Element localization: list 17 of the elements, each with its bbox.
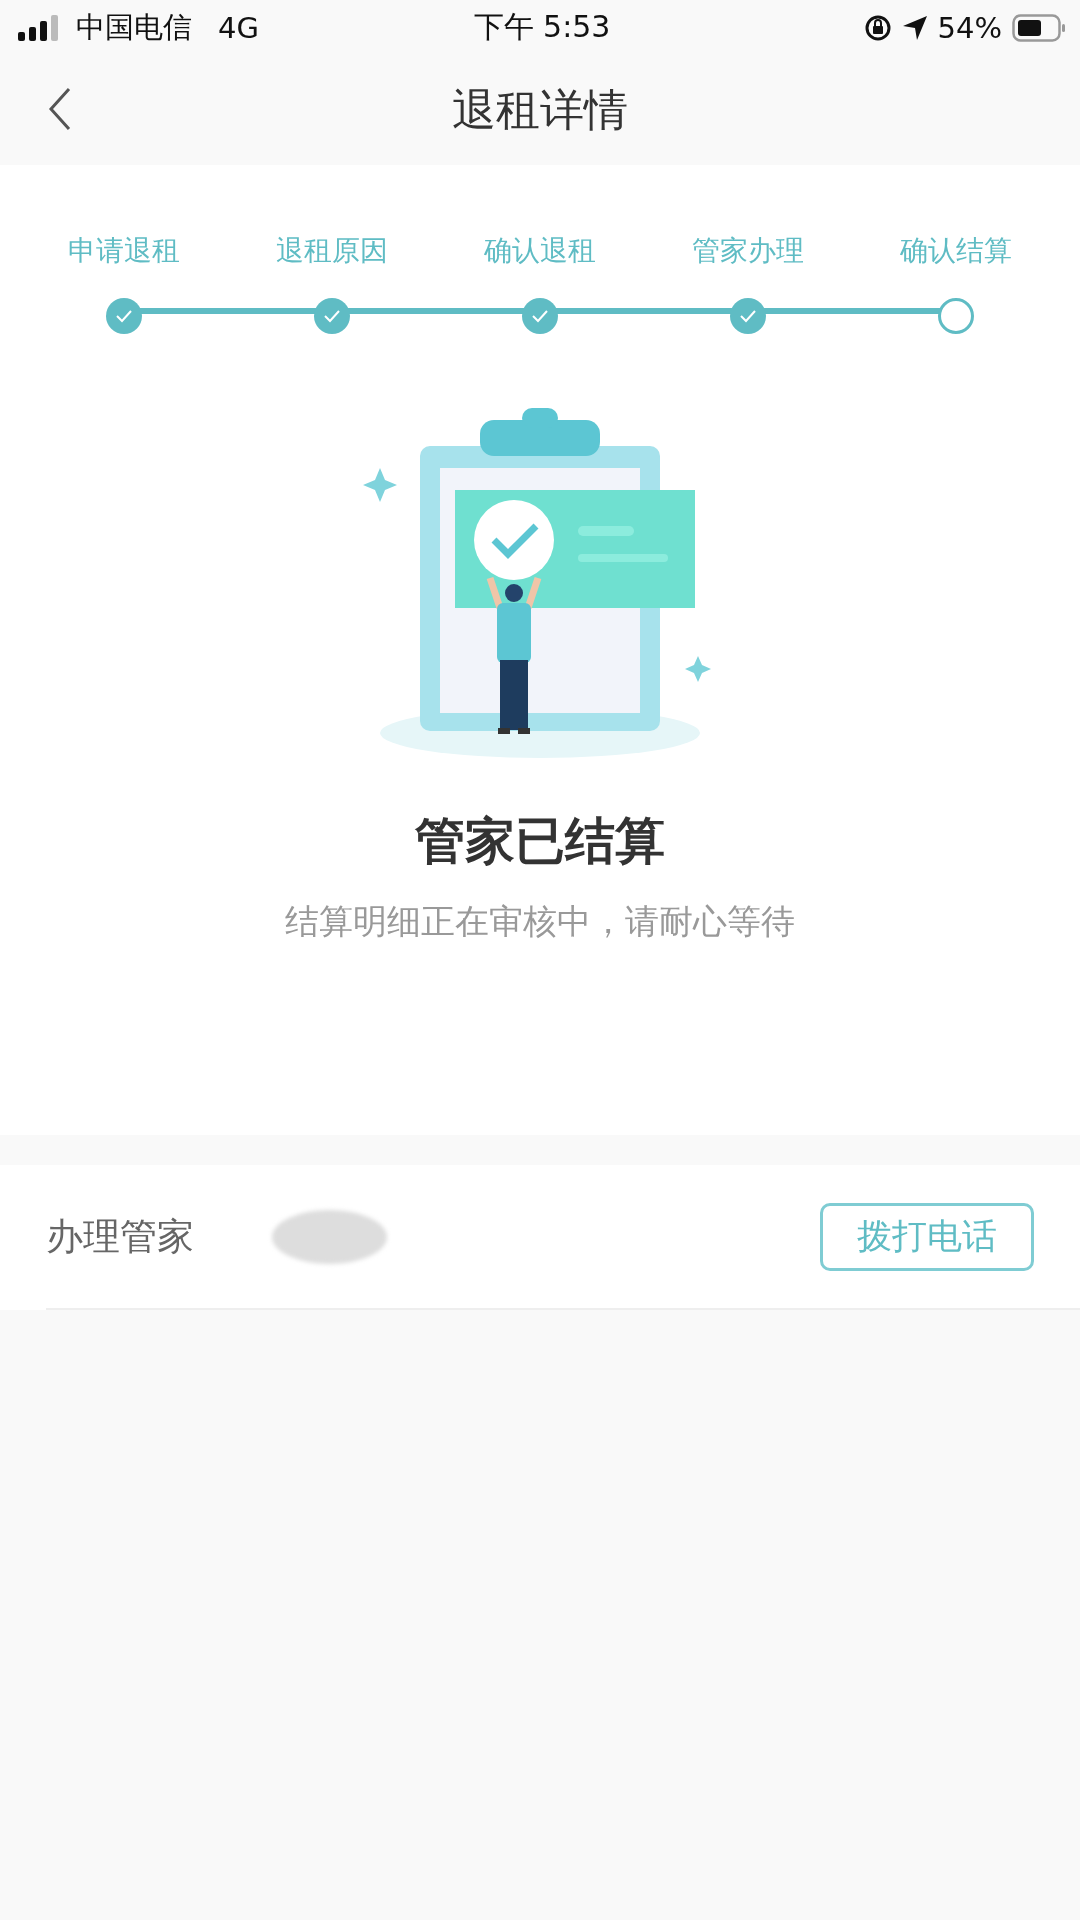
battery-percent: 54% (937, 10, 1002, 45)
step-label: 申请退租 (68, 233, 180, 269)
step-label: 管家办理 (692, 233, 804, 269)
rotation-lock-icon (863, 13, 892, 42)
status-message: 结算明细正在审核中，请耐心等待 (284, 900, 796, 943)
clock-time: 下午 5:53 (473, 8, 611, 46)
battery-icon (1012, 13, 1066, 42)
call-button[interactable]: 拨打电话 (820, 1202, 1034, 1271)
status-title: 管家已结算 (414, 811, 666, 872)
step-label: 确认退租 (484, 233, 596, 269)
network-type: 4G (218, 10, 259, 45)
page-title: 退租详情 (452, 82, 628, 137)
manager-label: 办理管家 (46, 1213, 194, 1260)
location-arrow-icon (901, 14, 928, 41)
carrier-name: 中国电信 (76, 8, 192, 46)
step-label: 退租原因 (276, 233, 388, 269)
step-label: 确认结算 (900, 233, 1012, 269)
